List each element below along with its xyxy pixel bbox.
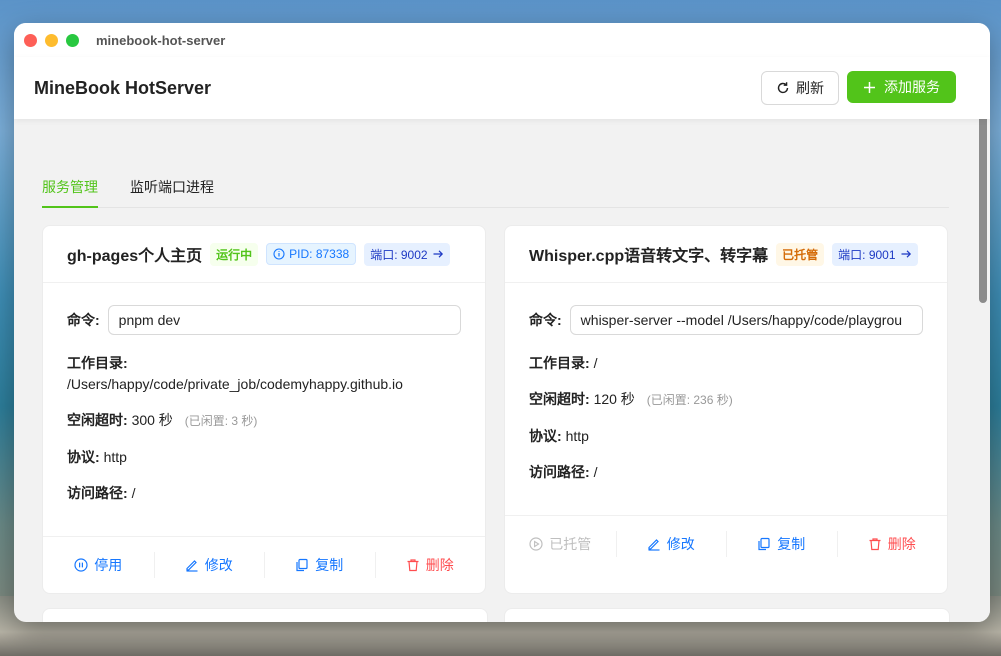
timeout-label: 空闲超时: — [529, 391, 590, 407]
refresh-icon — [776, 81, 790, 95]
idle-time: (已闲置: 236 秒) — [646, 393, 733, 407]
play-circle-icon — [529, 537, 543, 551]
service-card: Whisper.cpp语音转文字、转字幕 已托管 端口: 9001 命令: wh… — [504, 225, 948, 594]
arrow-right-icon — [432, 248, 444, 260]
copy-button[interactable]: 复制 — [264, 552, 375, 578]
plus-icon — [863, 81, 876, 94]
card-actions: 停用 修改 复制 删除 — [43, 536, 485, 593]
workdir-value: / — [593, 355, 598, 371]
path-row: 访问路径: / — [67, 483, 461, 504]
port-link[interactable]: 端口: 9002 — [364, 242, 450, 266]
info-icon — [273, 248, 285, 260]
status-badge: 已托管 — [776, 242, 825, 266]
command-label: 命令: — [529, 312, 562, 328]
tab-listening-ports[interactable]: 监听端口进程 — [130, 177, 214, 207]
service-name: Whisper.cpp语音转文字、转字幕 — [529, 248, 769, 265]
pid-label: PID: 87338 — [289, 247, 350, 261]
card-actions: 已托管 修改 复制 删除 — [505, 515, 947, 572]
trash-icon — [868, 537, 882, 551]
timeout-value: 120 秒 — [593, 391, 635, 407]
copy-icon — [295, 558, 309, 572]
copy-button[interactable]: 复制 — [726, 531, 837, 557]
status-badge: 运行中 — [210, 242, 259, 266]
pid-badge: PID: 87338 — [266, 243, 357, 265]
port-label: 端口: 9002 — [370, 247, 428, 262]
card-header: gh-pages个人主页 运行中 PID: 87338 端口: 9002 — [43, 226, 485, 283]
vertical-scrollbar[interactable] — [976, 57, 990, 622]
command-label: 命令: — [67, 312, 100, 328]
stop-label: 停用 — [94, 557, 123, 573]
path-label: 访问路径: — [67, 485, 128, 501]
path-label: 访问路径: — [529, 464, 590, 480]
port-link[interactable]: 端口: 9001 — [832, 242, 918, 266]
service-card-partial — [42, 608, 488, 622]
delete-button[interactable]: 删除 — [836, 531, 948, 557]
protocol-label: 协议: — [67, 449, 100, 465]
command-field[interactable]: whisper-server --model /Users/happy/code… — [569, 305, 923, 335]
app-window: minebook-hot-server MineBook HotServer 刷… — [14, 23, 990, 622]
delete-button[interactable]: 删除 — [374, 552, 486, 578]
workdir-row: 工作目录: /Users/happy/code/private_job/code… — [67, 353, 461, 395]
hosted-label: 已托管 — [549, 536, 592, 552]
minimize-window-button[interactable] — [45, 33, 58, 47]
service-card: gh-pages个人主页 运行中 PID: 87338 端口: 9002 命令:… — [42, 225, 486, 594]
path-value: / — [131, 485, 136, 501]
protocol-label: 协议: — [529, 428, 562, 444]
copy-icon — [757, 537, 771, 551]
edit-icon — [185, 558, 199, 572]
edit-button[interactable]: 修改 — [153, 552, 265, 578]
title-bar: minebook-hot-server — [14, 23, 990, 57]
zoom-window-button[interactable] — [66, 33, 79, 47]
hosted-button[interactable]: 已托管 — [505, 534, 616, 554]
tab-bar: 服务管理 监听端口进程 — [42, 177, 949, 208]
service-name: gh-pages个人主页 — [67, 248, 203, 265]
timeout-row: 空闲超时: 120 秒 (已闲置: 236 秒) — [529, 389, 923, 411]
card-body: 命令: pnpm dev 工作目录: /Users/happy/code/pri… — [43, 283, 485, 504]
refresh-button[interactable]: 刷新 — [761, 71, 839, 105]
path-row: 访问路径: / — [529, 462, 923, 483]
app-header: MineBook HotServer 刷新 添加服务 — [14, 57, 990, 119]
protocol-row: 协议: http — [529, 426, 923, 447]
main-content: 服务管理 监听端口进程 gh-pages个人主页 运行中 PID: 87338 … — [14, 119, 976, 622]
arrow-right-icon — [900, 248, 912, 260]
protocol-value: http — [103, 449, 127, 465]
card-body: 命令: whisper-server --model /Users/happy/… — [505, 283, 947, 483]
path-value: / — [593, 464, 598, 480]
service-card-list: gh-pages个人主页 运行中 PID: 87338 端口: 9002 命令:… — [42, 225, 949, 594]
tab-service-management[interactable]: 服务管理 — [42, 177, 98, 208]
workdir-label: 工作目录: — [529, 355, 590, 371]
pause-circle-icon — [74, 558, 88, 572]
protocol-row: 协议: http — [67, 447, 461, 468]
add-service-button[interactable]: 添加服务 — [847, 71, 956, 103]
copy-label: 复制 — [777, 536, 806, 552]
stop-button[interactable]: 停用 — [43, 555, 154, 575]
idle-time: (已闲置: 3 秒) — [184, 414, 258, 428]
add-service-label: 添加服务 — [884, 79, 940, 95]
workdir-label: 工作目录: — [67, 355, 128, 371]
service-card-partial — [504, 608, 950, 622]
card-header: Whisper.cpp语音转文字、转字幕 已托管 端口: 9001 — [505, 226, 947, 283]
edit-button[interactable]: 修改 — [615, 531, 727, 557]
edit-icon — [647, 537, 661, 551]
timeout-row: 空闲超时: 300 秒 (已闲置: 3 秒) — [67, 410, 461, 432]
edit-label: 修改 — [666, 536, 695, 552]
window-controls — [24, 33, 79, 47]
window-title: minebook-hot-server — [96, 32, 226, 48]
command-field[interactable]: pnpm dev — [107, 305, 461, 335]
delete-label: 删除 — [425, 557, 454, 573]
close-window-button[interactable] — [24, 33, 37, 47]
port-label: 端口: 9001 — [838, 247, 896, 262]
trash-icon — [406, 558, 420, 572]
app-title: MineBook HotServer — [34, 77, 212, 98]
copy-label: 复制 — [315, 557, 344, 573]
refresh-label: 刷新 — [796, 80, 824, 96]
edit-label: 修改 — [204, 557, 233, 573]
timeout-value: 300 秒 — [131, 412, 173, 428]
timeout-label: 空闲超时: — [67, 412, 128, 428]
protocol-value: http — [565, 428, 589, 444]
delete-label: 删除 — [887, 536, 916, 552]
workdir-value: /Users/happy/code/private_job/codemyhapp… — [67, 376, 403, 392]
workdir-row: 工作目录: / — [529, 353, 923, 374]
